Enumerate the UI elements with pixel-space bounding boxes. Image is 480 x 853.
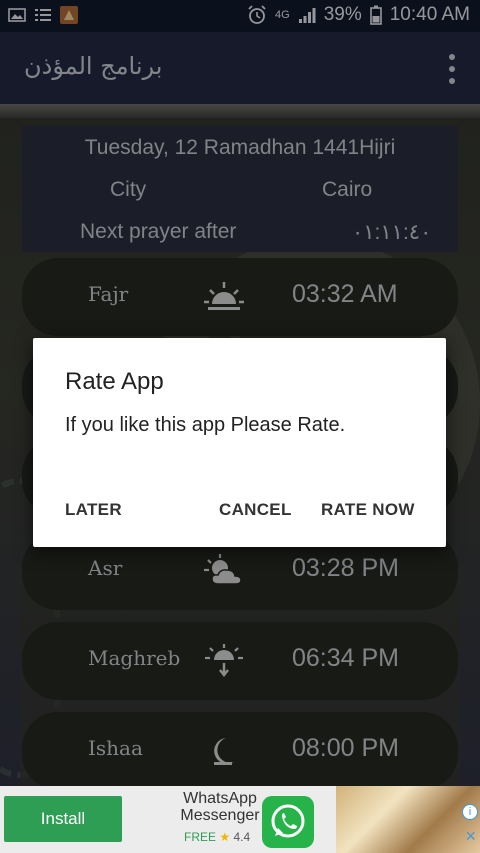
ad-rating: FREE ★ 4.4 bbox=[184, 830, 250, 844]
dialog-message: If you like this app Please Rate. bbox=[65, 414, 346, 436]
install-button[interactable]: Install bbox=[4, 796, 122, 842]
ad-banner[interactable]: Install WhatsApp Messenger FREE ★ 4.4 i … bbox=[0, 786, 480, 853]
ad-image[interactable] bbox=[336, 786, 480, 853]
ad-rating-value: 4.4 bbox=[233, 830, 251, 844]
ad-free-label: FREE bbox=[184, 830, 217, 844]
dialog-title: Rate App bbox=[65, 368, 164, 395]
ad-info-icon[interactable]: i bbox=[462, 804, 478, 820]
cancel-button[interactable]: CANCEL bbox=[219, 500, 292, 520]
whatsapp-logo-icon bbox=[262, 796, 314, 848]
later-button[interactable]: LATER bbox=[65, 500, 122, 520]
rate-now-button[interactable]: RATE NOW bbox=[321, 500, 415, 520]
star-icon: ★ bbox=[219, 830, 231, 844]
rate-app-dialog: Rate App If you like this app Please Rat… bbox=[33, 338, 446, 547]
ad-close-icon[interactable]: × bbox=[465, 826, 476, 847]
